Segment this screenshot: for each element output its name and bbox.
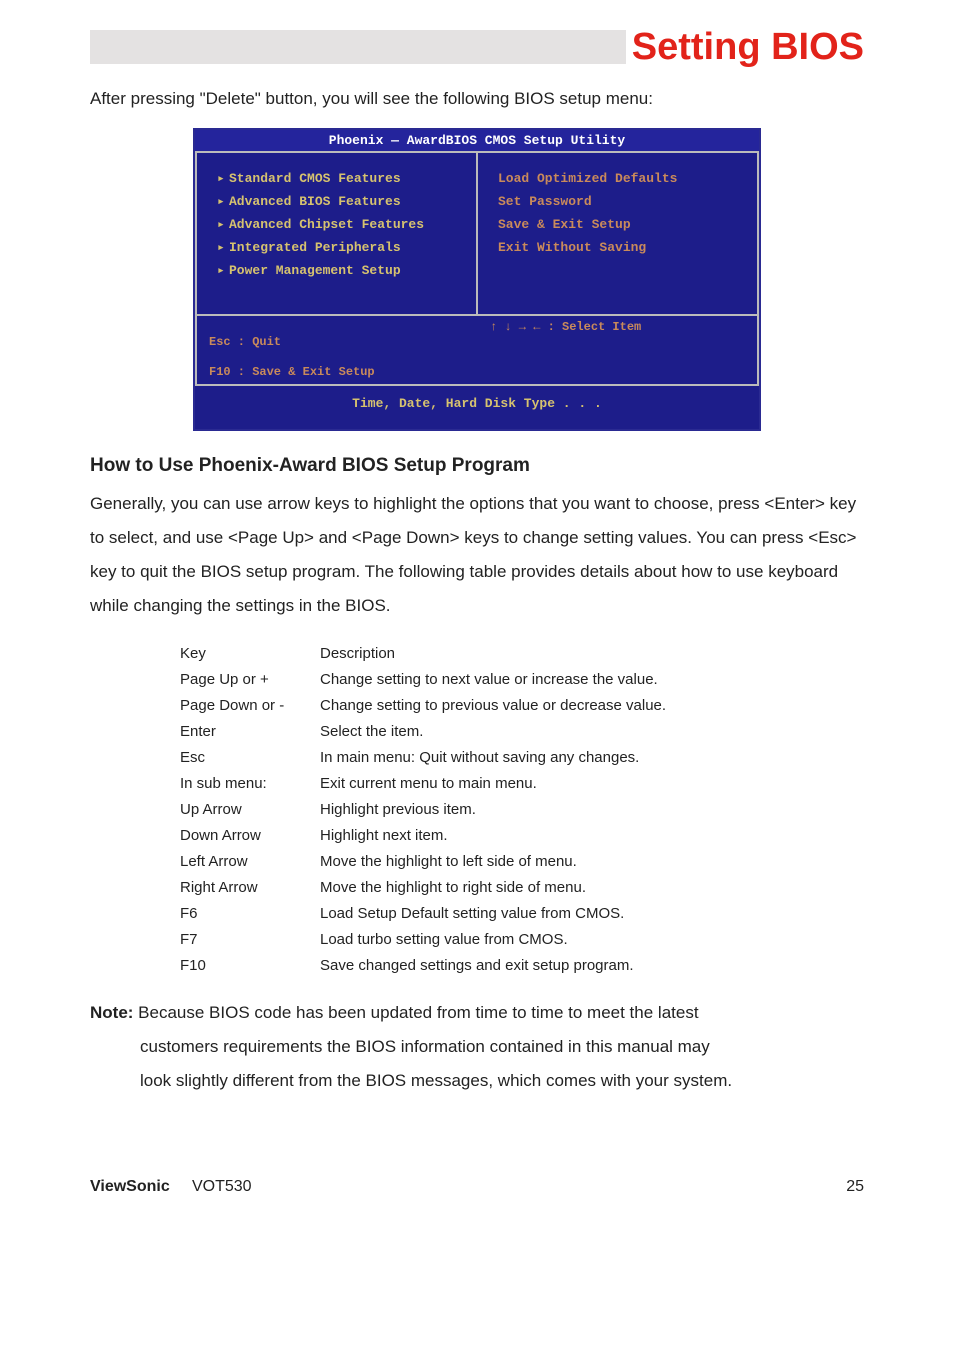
note-line: customers requirements the BIOS informat…: [90, 1030, 864, 1064]
table-row: Down ArrowHighlight next item.: [180, 827, 864, 844]
table-header-desc: Description: [320, 645, 864, 662]
footer-brand: ViewSonic: [90, 1178, 170, 1195]
triangle-icon: ▸: [217, 263, 229, 278]
bios-right-column: Load Optimized Defaults Set Password Sav…: [477, 152, 759, 316]
table-row: Right ArrowMove the highlight to right s…: [180, 879, 864, 896]
bios-footer-hint: Time, Date, Hard Disk Type . . .: [195, 386, 759, 429]
table-header-key: Key: [180, 645, 320, 662]
bios-esc-label: Esc : Quit: [209, 335, 281, 349]
bios-left-column: ▸Standard CMOS Features ▸Advanced BIOS F…: [195, 152, 477, 316]
table-row: In sub menu:Exit current menu to main me…: [180, 775, 864, 792]
table-row: Page Up or +Change setting to next value…: [180, 671, 864, 688]
bios-menu-item: ▸Integrated Peripherals: [217, 240, 464, 255]
bios-menu-item: ▸Power Management Setup: [217, 263, 464, 278]
bios-menu-item: ▸Advanced Chipset Features: [217, 217, 464, 232]
bios-menu-item: Set Password: [498, 194, 745, 209]
header-bar: Setting BIOS: [90, 30, 864, 64]
bios-select-item-label: ↑ ↓ → ← : Select Item: [464, 320, 745, 380]
section-paragraph: Generally, you can use arrow keys to hig…: [90, 487, 864, 623]
table-header-row: Key Description: [180, 645, 864, 662]
key-description-table: Key Description Page Up or +Change setti…: [180, 645, 864, 974]
section-heading: How to Use Phoenix-Award BIOS Setup Prog…: [90, 455, 864, 477]
table-row: EscIn main menu: Quit without saving any…: [180, 749, 864, 766]
page-title: Setting BIOS: [626, 26, 864, 69]
triangle-icon: ▸: [217, 217, 229, 232]
bios-menu-item: Exit Without Saving: [498, 240, 745, 255]
table-row: F6Load Setup Default setting value from …: [180, 905, 864, 922]
bios-footer-keys: Esc : Quit F10 : Save & Exit Setup ↑ ↓ →…: [195, 316, 759, 386]
bios-menu-item: ▸Advanced BIOS Features: [217, 194, 464, 209]
table-row: F10Save changed settings and exit setup …: [180, 957, 864, 974]
table-row: Up ArrowHighlight previous item.: [180, 801, 864, 818]
note-label: Note:: [90, 1003, 133, 1022]
bios-screenshot: Phoenix — AwardBIOS CMOS Setup Utility ▸…: [193, 128, 761, 431]
page-number: 25: [846, 1178, 864, 1196]
bios-window-title: Phoenix — AwardBIOS CMOS Setup Utility: [195, 130, 759, 152]
triangle-icon: ▸: [217, 171, 229, 186]
intro-text: After pressing "Delete" button, you will…: [90, 86, 864, 112]
bios-menu-item: Save & Exit Setup: [498, 217, 745, 232]
triangle-icon: ▸: [217, 194, 229, 209]
triangle-icon: ▸: [217, 240, 229, 255]
footer-model: VOT530: [192, 1178, 252, 1195]
table-row: Left ArrowMove the highlight to left sid…: [180, 853, 864, 870]
table-row: EnterSelect the item.: [180, 723, 864, 740]
note-line: look slightly different from the BIOS me…: [90, 1064, 864, 1098]
table-row: F7Load turbo setting value from CMOS.: [180, 931, 864, 948]
note-line: Because BIOS code has been updated from …: [133, 1003, 698, 1022]
bios-f10-label: F10 : Save & Exit Setup: [209, 365, 375, 379]
bios-menu-item: ▸Standard CMOS Features: [217, 171, 464, 186]
page-footer: ViewSonic VOT530 25: [90, 1178, 864, 1196]
table-row: Page Down or -Change setting to previous…: [180, 697, 864, 714]
note-block: Note: Because BIOS code has been updated…: [90, 996, 864, 1098]
bios-menu-item: Load Optimized Defaults: [498, 171, 745, 186]
